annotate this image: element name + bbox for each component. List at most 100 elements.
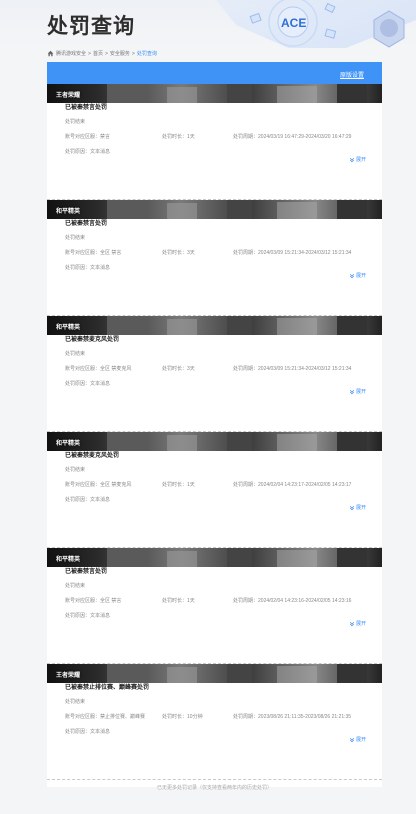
expand-button[interactable]: 展开: [349, 156, 366, 163]
duration-value: 3天: [187, 366, 195, 372]
reason-info: 处罚原因：文本消息: [65, 380, 110, 387]
account-label: 账号对应区服：: [65, 714, 101, 720]
breadcrumb-current: 处罚查询: [136, 51, 157, 57]
penalty-card: 和平精英 已被秦禁言处罚 处罚结束 账号对应区服：全区 禁言 处罚时长：3天 处…: [47, 200, 382, 316]
home-icon[interactable]: [47, 50, 54, 57]
breadcrumb-item[interactable]: 首页: [93, 50, 103, 57]
duration-info: 处罚时长：1天: [162, 481, 195, 488]
game-name: 和平精英: [56, 325, 81, 331]
penalty-card: 和平精英 已被秦禁麦克风处罚 处罚结束 账号对应区服：全区 禁麦克风 处罚时长：…: [47, 316, 382, 432]
account-label: 账号对应区服：: [65, 134, 101, 140]
period-info: 处罚周期：2024/03/09 15:21:34-2024/03/12 15:2…: [233, 249, 351, 256]
penalty-card: 和平精英 已被秦禁言处罚 处罚结束 账号对应区服：全区 禁言 处罚时长：1天 处…: [47, 548, 382, 664]
expand-button[interactable]: 展开: [349, 504, 366, 511]
expand-button[interactable]: 展开: [349, 388, 366, 395]
period-label: 处罚周期：: [233, 366, 259, 372]
reason-value: 文本消息: [90, 497, 111, 503]
penalty-title: 已被秦禁言处罚: [65, 221, 108, 227]
account-info: 账号对应区服：禁止排位赛、巅峰赛: [65, 713, 145, 720]
expand-label: 展开: [355, 737, 366, 743]
duration-info: 处罚时长：1天: [162, 597, 195, 604]
penalty-title: 已被秦禁言处罚: [65, 569, 108, 575]
reason-value: 文本消息: [90, 729, 111, 735]
account-value: 全区 禁麦克风: [100, 366, 132, 372]
duration-label: 处罚时长：: [162, 250, 188, 256]
expand-label: 展开: [355, 273, 366, 279]
game-name: 王者荣耀: [56, 93, 81, 99]
duration-info: 处罚时长：3天: [162, 365, 195, 372]
period-info: 处罚周期：2024/02/04 14:23:16-2024/02/05 14:2…: [233, 597, 351, 604]
expand-button[interactable]: 展开: [349, 620, 366, 627]
period-info: 处罚周期：2024/03/19 16:47:29-2024/03/20 16:4…: [233, 133, 351, 140]
banner-art: [107, 84, 367, 103]
period-info: 处罚周期：2024/02/04 14:23:17-2024/02/05 14:2…: [233, 481, 351, 488]
period-value: 2024/03/09 15:21:34-2024/03/12 15:21:34: [258, 250, 352, 256]
chevron-down-icon: [349, 621, 355, 626]
period-label: 处罚周期：: [233, 598, 259, 604]
penalty-title: 已被秦禁麦克风处罚: [65, 337, 120, 343]
account-info: 账号对应区服：全区 禁言: [65, 249, 121, 256]
period-value: 2024/03/19 16:47:29-2024/03/20 16:47:29: [258, 134, 352, 140]
top-link[interactable]: 原版设置: [340, 70, 364, 79]
penalty-status: 处罚结束: [65, 467, 86, 473]
breadcrumb-item[interactable]: 腾讯游戏安全: [56, 50, 86, 57]
expand-label: 展开: [355, 157, 366, 163]
penalty-status: 处罚结束: [65, 351, 86, 357]
duration-label: 处罚时长：: [162, 482, 188, 488]
game-banner: 和平精英: [47, 432, 382, 451]
duration-value: 1天: [187, 482, 195, 488]
banner-art: [107, 200, 367, 219]
reason-info: 处罚原因：文本消息: [65, 264, 110, 271]
svg-text:ACE: ACE: [281, 16, 306, 30]
period-value: 2024/03/09 15:21:34-2024/03/12 15:21:34: [258, 366, 352, 372]
penalty-status: 处罚结束: [65, 235, 86, 241]
card-divider: [47, 779, 382, 780]
game-name: 和平精英: [56, 557, 81, 563]
game-banner: 和平精英: [47, 548, 382, 567]
account-label: 账号对应区服：: [65, 482, 101, 488]
banner-art: [107, 664, 367, 683]
reason-label: 处罚原因：: [65, 265, 91, 271]
reason-info: 处罚原因：文本消息: [65, 728, 110, 735]
period-value: 2024/02/04 14:23:16-2024/02/05 14:23:16: [258, 598, 352, 604]
reason-label: 处罚原因：: [65, 381, 91, 387]
penalty-title: 已被秦禁言处罚: [65, 105, 108, 111]
banner-decoration: ACE: [216, 0, 416, 48]
duration-value: 1天: [187, 598, 195, 604]
game-name: 王者荣耀: [56, 673, 81, 679]
game-name: 和平精英: [56, 441, 81, 447]
duration-label: 处罚时长：: [162, 714, 188, 720]
duration-info: 处罚时长：3天: [162, 249, 195, 256]
panel-top-bar: 原版设置: [47, 62, 382, 84]
penalty-card: 和平精英 已被秦禁麦克风处罚 处罚结束 账号对应区服：全区 禁麦克风 处罚时长：…: [47, 432, 382, 548]
penalty-title: 已被秦禁止排位赛、巅峰赛处罚: [65, 685, 150, 691]
penalty-status: 处罚结束: [65, 699, 86, 705]
duration-value: 1天: [187, 134, 195, 140]
account-label: 账号对应区服：: [65, 598, 101, 604]
banner-art: [107, 432, 367, 451]
period-info: 处罚周期：2023/08/26 21:11:35-2023/08/26 21:2…: [233, 713, 351, 720]
chevron-down-icon: [349, 505, 355, 510]
reason-label: 处罚原因：: [65, 613, 91, 619]
game-banner: 和平精英: [47, 200, 382, 219]
period-label: 处罚周期：: [233, 482, 259, 488]
penalty-card: 王者荣耀 已被秦禁言处罚 处罚结束 账号对应区服：禁言 处罚时长：1天 处罚周期…: [47, 84, 382, 200]
penalty-title: 已被秦禁麦克风处罚: [65, 453, 120, 459]
reason-value: 文本消息: [90, 149, 111, 155]
period-info: 处罚周期：2024/03/09 15:21:34-2024/03/12 15:2…: [233, 365, 351, 372]
account-label: 账号对应区服：: [65, 366, 101, 372]
breadcrumb: 腾讯游戏安全 > 首页 > 安全服务 > 处罚查询: [47, 50, 157, 57]
penalty-panel: 原版设置 王者荣耀 已被秦禁言处罚 处罚结束 账号对应区服：禁言 处罚时长：1天…: [47, 62, 382, 791]
expand-button[interactable]: 展开: [349, 736, 366, 743]
banner-art: [107, 548, 367, 567]
expand-button[interactable]: 展开: [349, 272, 366, 279]
account-value: 全区 禁言: [100, 598, 122, 604]
game-banner: 王者荣耀: [47, 664, 382, 683]
account-info: 账号对应区服：全区 禁麦克风: [65, 365, 131, 372]
account-value: 禁止排位赛、巅峰赛: [100, 714, 146, 720]
duration-info: 处罚时长：1天: [162, 133, 195, 140]
game-banner: 和平精英: [47, 316, 382, 335]
chevron-down-icon: [349, 389, 355, 394]
breadcrumb-item[interactable]: 安全服务: [110, 50, 130, 57]
account-info: 账号对应区服：全区 禁言: [65, 597, 121, 604]
